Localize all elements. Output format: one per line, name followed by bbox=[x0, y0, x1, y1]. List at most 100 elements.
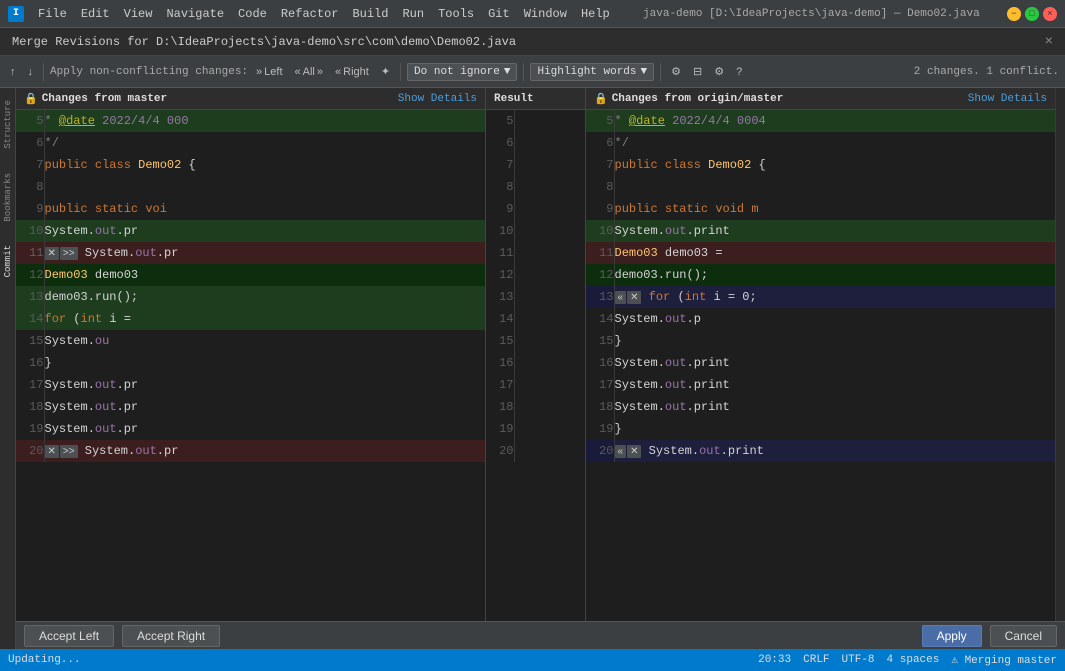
maximize-button[interactable]: □ bbox=[1025, 7, 1039, 21]
table-row: 11 ✕ >> System.out.pr bbox=[16, 242, 485, 264]
conflict-arrow-left-20-right[interactable]: « bbox=[615, 445, 627, 458]
line-number: 9 bbox=[586, 198, 614, 220]
line-content: System.ou bbox=[44, 330, 485, 352]
line-number: 5 bbox=[486, 110, 514, 132]
accept-left-button[interactable]: Accept Left bbox=[24, 625, 114, 647]
line-number: 14 bbox=[586, 308, 614, 330]
left-show-details[interactable]: Show Details bbox=[398, 93, 477, 105]
left-panel-title: Changes from master bbox=[42, 93, 167, 105]
line-number: 8 bbox=[586, 176, 614, 198]
commit-tab[interactable]: Commit bbox=[1, 237, 15, 285]
magic-resolve-button[interactable]: ✦ bbox=[377, 63, 394, 80]
menu-refactor[interactable]: Refactor bbox=[275, 5, 345, 23]
title-bar-left: I File Edit View Navigate Code Refactor … bbox=[8, 5, 616, 23]
three-panels: 🔒 Changes from master Show Details 5 * @… bbox=[16, 88, 1065, 621]
line-content: } bbox=[614, 330, 1055, 352]
menu-file[interactable]: File bbox=[32, 5, 73, 23]
line-content: System.out.print bbox=[614, 220, 1055, 242]
menu-view[interactable]: View bbox=[118, 5, 159, 23]
table-row: 20 bbox=[486, 440, 585, 462]
line-number: 11 bbox=[486, 242, 514, 264]
line-number: 6 bbox=[586, 132, 614, 154]
line-number: 13 bbox=[586, 286, 614, 308]
do-not-ignore-dropdown[interactable]: Do not ignore ▼ bbox=[407, 63, 517, 81]
table-row: 14 bbox=[486, 308, 585, 330]
structure-tab[interactable]: Structure bbox=[1, 92, 15, 157]
right-scrollbar[interactable] bbox=[1055, 88, 1065, 621]
line-number: 5 bbox=[16, 110, 44, 132]
line-content bbox=[514, 264, 585, 286]
line-number: 8 bbox=[486, 176, 514, 198]
right-lock-icon: 🔒 bbox=[594, 92, 608, 106]
indent-size: 4 spaces bbox=[887, 654, 940, 666]
line-number: 20 bbox=[16, 440, 44, 462]
prev-change-button[interactable]: ↑ bbox=[6, 64, 20, 80]
accept-right-button[interactable]: Accept Right bbox=[122, 625, 220, 647]
menu-git[interactable]: Git bbox=[482, 5, 516, 23]
table-row: 18 bbox=[486, 396, 585, 418]
table-row: 6 */ bbox=[586, 132, 1055, 154]
cancel-button[interactable]: Cancel bbox=[990, 625, 1057, 647]
settings-icon[interactable]: ⚙ bbox=[667, 63, 685, 80]
apply-right-button[interactable]: « Right bbox=[331, 64, 373, 80]
right-show-details[interactable]: Show Details bbox=[968, 93, 1047, 105]
table-row: 13 « ✕ for (int i = 0; bbox=[586, 286, 1055, 308]
line-content bbox=[514, 242, 585, 264]
toolbar-separator-2 bbox=[400, 63, 401, 81]
help-button[interactable]: ? bbox=[732, 64, 746, 80]
line-content: System.out.p bbox=[614, 308, 1055, 330]
conflict-arrow-right-20-left[interactable]: >> bbox=[60, 445, 78, 458]
table-row: 11 Demo03 demo03 = bbox=[586, 242, 1055, 264]
left-panel: 🔒 Changes from master Show Details 5 * @… bbox=[16, 88, 486, 621]
full-layout: I File Edit View Navigate Code Refactor … bbox=[0, 0, 1065, 671]
more-settings-button[interactable]: ⚙ bbox=[710, 63, 728, 80]
menu-code[interactable]: Code bbox=[232, 5, 273, 23]
menu-tools[interactable]: Tools bbox=[432, 5, 480, 23]
conflict-x-button-13-right[interactable]: ✕ bbox=[627, 291, 641, 304]
menu-navigate[interactable]: Navigate bbox=[160, 5, 230, 23]
menu-edit[interactable]: Edit bbox=[75, 5, 116, 23]
line-content bbox=[514, 308, 585, 330]
cursor-position: 20:33 bbox=[758, 654, 791, 666]
bottom-right-buttons: Apply Cancel bbox=[922, 625, 1057, 647]
line-number: 10 bbox=[486, 220, 514, 242]
line-content: System.out.pr bbox=[44, 374, 485, 396]
close-button[interactable]: × bbox=[1043, 7, 1057, 21]
conflict-x-button-20-left[interactable]: ✕ bbox=[45, 445, 59, 458]
minimize-button[interactable]: − bbox=[1007, 7, 1021, 21]
highlight-words-dropdown[interactable]: Highlight words ▼ bbox=[530, 63, 654, 81]
dialog-close-button[interactable]: × bbox=[1045, 34, 1053, 50]
conflict-arrow-right-11-left[interactable]: >> bbox=[60, 247, 78, 260]
table-row: 19 } bbox=[586, 418, 1055, 440]
menu-run[interactable]: Run bbox=[396, 5, 430, 23]
line-content bbox=[514, 352, 585, 374]
table-row: 20 ✕ >> System.out.pr bbox=[16, 440, 485, 462]
table-row: 8 bbox=[16, 176, 485, 198]
line-number: 11 bbox=[586, 242, 614, 264]
line-number: 17 bbox=[586, 374, 614, 396]
apply-button[interactable]: Apply bbox=[922, 625, 982, 647]
line-number: 15 bbox=[16, 330, 44, 352]
conflict-x-button-11-left[interactable]: ✕ bbox=[45, 247, 59, 260]
line-number: 19 bbox=[16, 418, 44, 440]
apply-left-button[interactable]: » Left bbox=[252, 64, 286, 80]
status-bar: Updating... 20:33 CRLF UTF-8 4 spaces ⚠ … bbox=[0, 649, 1065, 671]
menu-window[interactable]: Window bbox=[518, 5, 573, 23]
table-row: 18 System.out.print bbox=[586, 396, 1055, 418]
table-row: 20 « ✕ System.out.print bbox=[586, 440, 1055, 462]
line-content: } bbox=[44, 352, 485, 374]
table-row: 10 System.out.print bbox=[586, 220, 1055, 242]
line-content bbox=[514, 440, 585, 462]
menu-build[interactable]: Build bbox=[346, 5, 394, 23]
table-row: 10 bbox=[486, 220, 585, 242]
bookmarks-tab[interactable]: Bookmarks bbox=[1, 165, 15, 230]
conflict-x-button-20-right[interactable]: ✕ bbox=[627, 445, 641, 458]
layout-toggle-button[interactable]: ⊟ bbox=[689, 63, 706, 80]
next-change-button[interactable]: ↓ bbox=[24, 64, 38, 80]
dialog-title-bar: Merge Revisions for D:\IdeaProjects\java… bbox=[0, 28, 1065, 56]
menu-help[interactable]: Help bbox=[575, 5, 616, 23]
conflict-arrow-left-13-right[interactable]: « bbox=[615, 291, 627, 304]
left-vertical-tabs: Structure Bookmarks Commit bbox=[0, 88, 16, 649]
apply-all-button[interactable]: « All » bbox=[291, 64, 327, 80]
table-row: 14 for (int i = bbox=[16, 308, 485, 330]
